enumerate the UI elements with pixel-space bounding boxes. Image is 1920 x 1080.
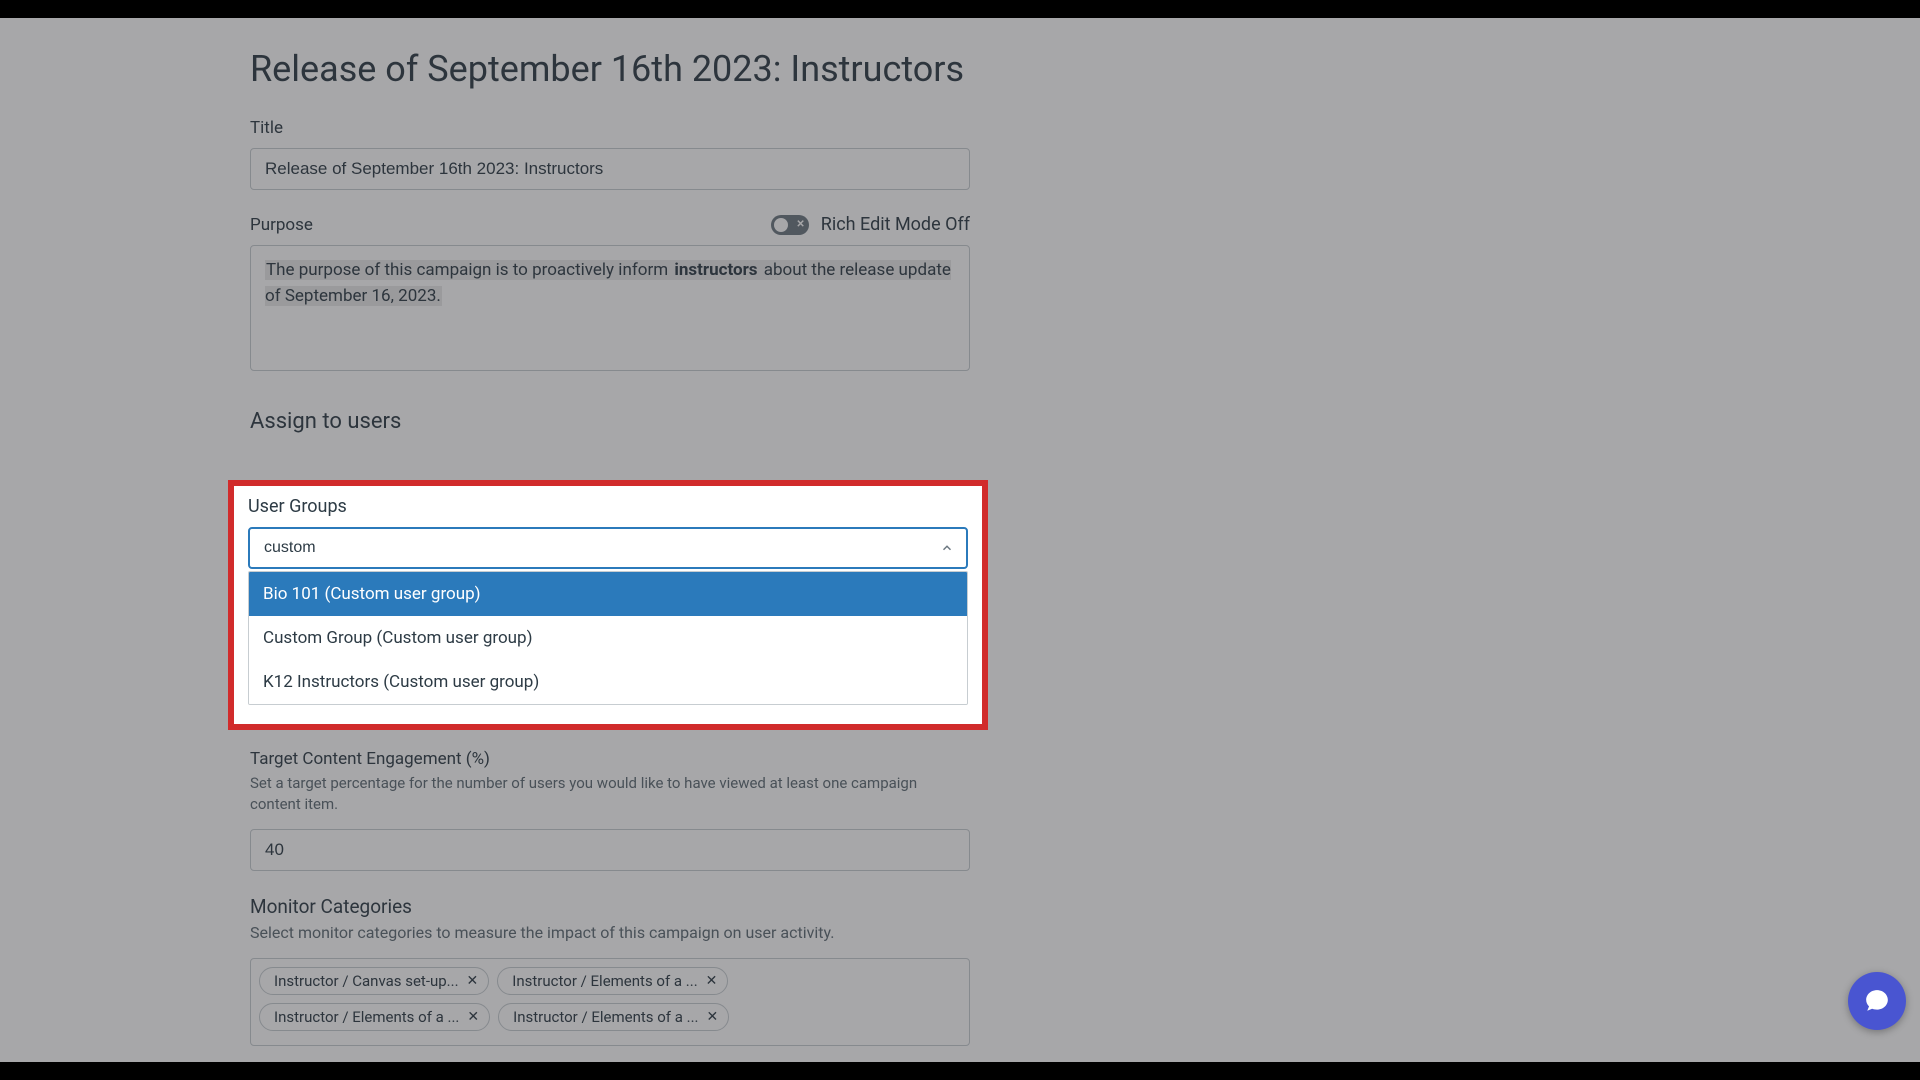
purpose-textarea[interactable]: The purpose of this campaign is to proac… (250, 245, 970, 371)
rich-edit-toggle-container: ✕ Rich Edit Mode Off (771, 214, 970, 235)
monitor-heading: Monitor Categories (250, 895, 970, 918)
purpose-text-bold: instructors (673, 260, 758, 280)
monitor-tag[interactable]: Instructor / Elements of a ... ✕ (498, 1003, 729, 1031)
user-groups-label: User Groups (248, 496, 968, 517)
tag-label: Instructor / Elements of a ... (512, 972, 697, 990)
monitor-tag[interactable]: Instructor / Elements of a ... ✕ (497, 967, 728, 995)
rich-edit-toggle[interactable]: ✕ (771, 215, 809, 235)
close-icon[interactable]: ✕ (706, 973, 718, 989)
chat-icon (1864, 988, 1890, 1014)
help-fab[interactable] (1848, 972, 1906, 1030)
purpose-content: The purpose of this campaign is to proac… (265, 260, 951, 306)
user-groups-option[interactable]: K12 Instructors (Custom user group) (249, 660, 967, 704)
user-groups-input-wrap (248, 527, 968, 569)
engagement-input[interactable] (250, 829, 970, 871)
close-icon[interactable]: ✕ (467, 973, 479, 989)
user-groups-highlight-box: User Groups Bio 101 (Custom user group) … (228, 480, 988, 730)
monitor-tag[interactable]: Instructor / Canvas set-up... ✕ (259, 967, 489, 995)
engagement-label: Target Content Engagement (%) (250, 749, 970, 769)
monitor-tags-container[interactable]: Instructor / Canvas set-up... ✕ Instruct… (250, 958, 970, 1046)
assign-heading: Assign to users (250, 409, 970, 434)
monitor-help: Select monitor categories to measure the… (250, 922, 970, 944)
chevron-up-icon[interactable] (940, 541, 954, 555)
tag-label: Instructor / Elements of a ... (274, 1008, 459, 1026)
rich-edit-toggle-label: Rich Edit Mode Off (821, 214, 970, 235)
purpose-label: Purpose (250, 215, 313, 235)
close-icon[interactable]: ✕ (467, 1009, 479, 1025)
toggle-knob-icon (774, 218, 788, 232)
toggle-off-icon: ✕ (796, 220, 804, 230)
close-icon[interactable]: ✕ (706, 1009, 718, 1025)
user-groups-option[interactable]: Bio 101 (Custom user group) (249, 572, 967, 616)
title-label: Title (250, 118, 970, 138)
letterbox-bottom (0, 1062, 1920, 1080)
letterbox-top (0, 0, 1920, 18)
tag-label: Instructor / Canvas set-up... (274, 972, 459, 990)
user-groups-dropdown: Bio 101 (Custom user group) Custom Group… (248, 571, 968, 705)
engagement-help: Set a target percentage for the number o… (250, 773, 970, 815)
user-groups-input[interactable] (248, 527, 968, 569)
monitor-tag[interactable]: Instructor / Elements of a ... ✕ (259, 1003, 490, 1031)
title-input[interactable] (250, 148, 970, 190)
user-groups-option[interactable]: Custom Group (Custom user group) (249, 616, 967, 660)
purpose-text-part1: The purpose of this campaign is to proac… (265, 260, 673, 280)
page-title: Release of September 16th 2023: Instruct… (250, 48, 970, 90)
tag-label: Instructor / Elements of a ... (513, 1008, 698, 1026)
purpose-row: Purpose ✕ Rich Edit Mode Off (250, 214, 970, 235)
